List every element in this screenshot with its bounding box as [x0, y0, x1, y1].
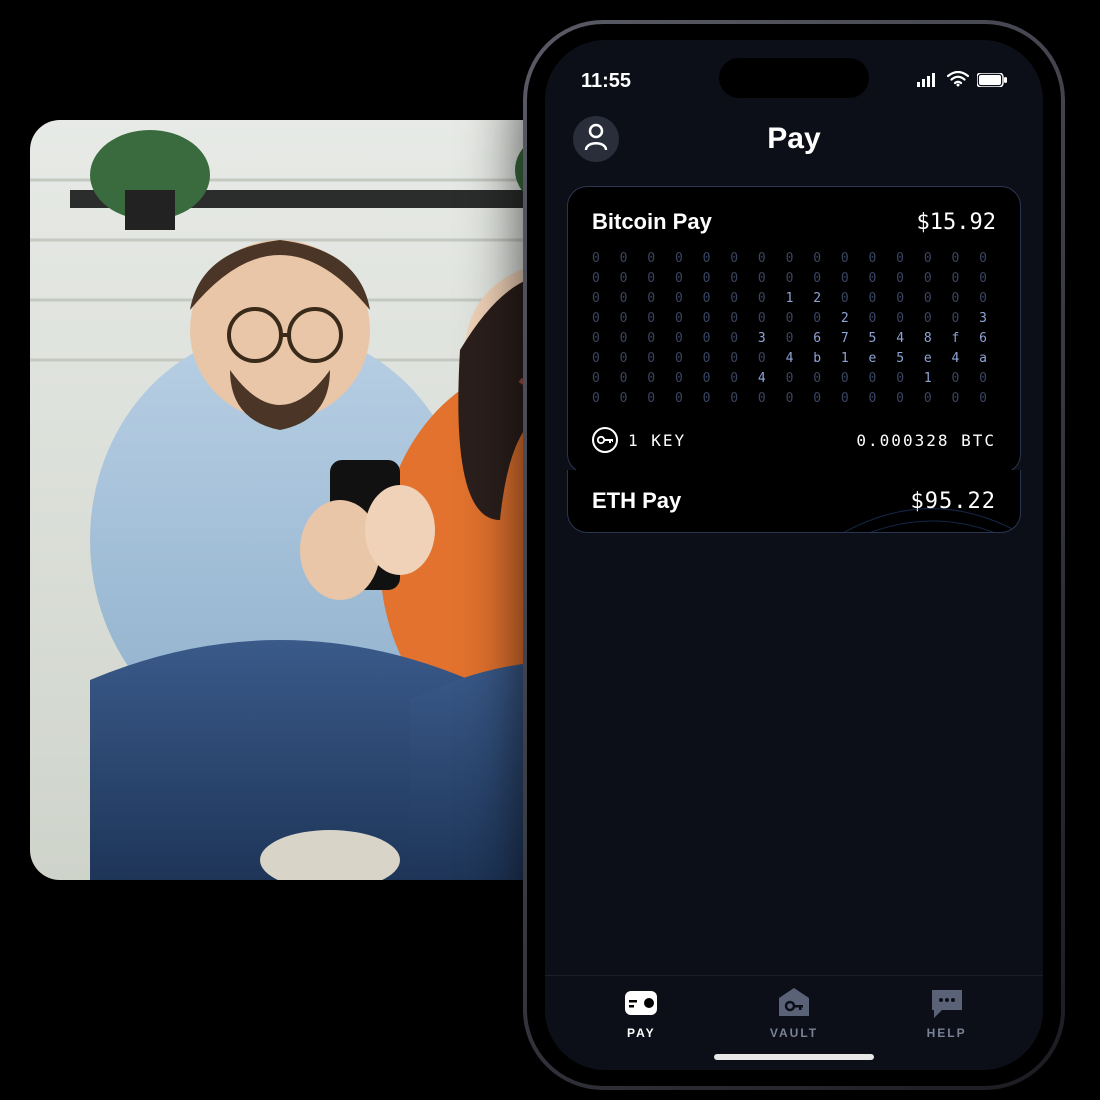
app-screen: 11:55 Pay [545, 40, 1043, 1070]
wallet-card-title: Bitcoin Pay [592, 209, 712, 235]
tab-label: HELP [927, 1026, 967, 1040]
home-indicator[interactable] [714, 1054, 874, 1060]
wallet-keys-label: 1 KEY [628, 431, 686, 450]
tab-vault[interactable]: VAULT [739, 986, 849, 1040]
wallet-card-bitcoin[interactable]: Bitcoin Pay $15.92 0 0 0 0 0 0 0 0 0 0 0… [567, 186, 1021, 474]
tab-bar: PAY VAULT HELP [545, 975, 1043, 1046]
tab-pay[interactable]: PAY [586, 986, 696, 1040]
status-time: 11:55 [581, 70, 631, 93]
vault-icon [772, 986, 816, 1020]
tab-help[interactable]: HELP [892, 986, 1002, 1040]
cellular-icon [917, 70, 939, 93]
wallet-card-title: ETH Pay [592, 488, 681, 514]
address-hash-bg: 0 0 0 0 0 0 0 0 0 0 0 0 0 0 0 0 0 0 0 0 … [592, 249, 996, 409]
key-icon [592, 427, 618, 453]
wallet-card-usd: $95.22 [911, 489, 996, 514]
wallet-card-eth[interactable]: ETH Pay $95.22 [567, 470, 1021, 533]
profile-icon [584, 123, 608, 156]
wallet-crypto-balance: 0.000328 BTC [856, 431, 996, 450]
phone-mockup: 11:55 Pay [523, 20, 1065, 1090]
help-icon [925, 986, 969, 1020]
dynamic-island [719, 58, 869, 98]
wifi-icon [947, 70, 969, 93]
battery-icon [977, 70, 1007, 93]
tab-label: VAULT [770, 1026, 818, 1040]
page-title: Pay [545, 122, 1043, 156]
tab-label: PAY [627, 1026, 656, 1040]
app-header: Pay [545, 100, 1043, 168]
wallet-card-usd: $15.92 [917, 210, 996, 235]
pay-icon [619, 986, 663, 1020]
profile-button[interactable] [573, 116, 619, 162]
